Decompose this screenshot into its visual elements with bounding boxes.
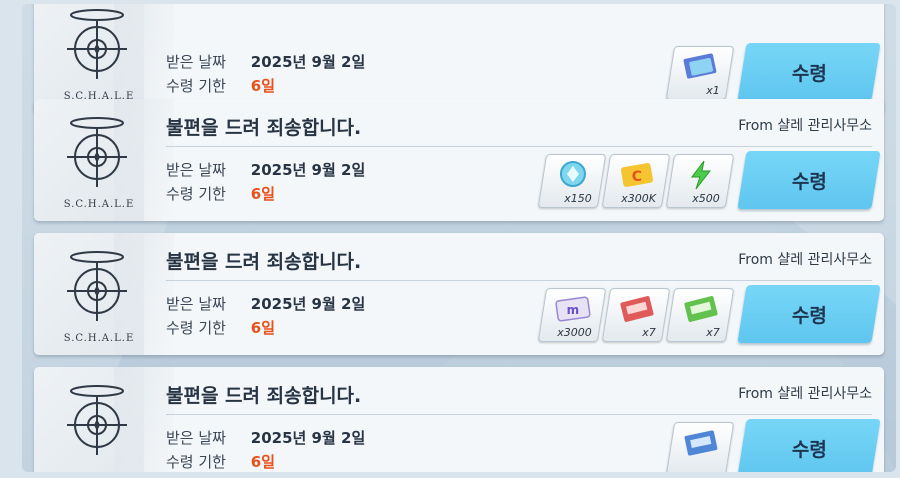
received-label: 받은 날짜 xyxy=(166,161,226,179)
received-date-row: 받은 날짜 2025년 9월 2일 xyxy=(166,159,365,180)
mail-sender: From 샬레 관리사무소 xyxy=(738,386,872,402)
schale-crosshair-icon xyxy=(67,9,127,79)
reward-item[interactable]: x1 xyxy=(665,46,735,100)
mail-title: 불편을 드려 죄송합니다. xyxy=(166,385,362,407)
deadline-row: 수령 기한 6일 xyxy=(166,317,275,338)
received-date: 2025년 9월 2일 xyxy=(250,53,366,71)
received-date: 2025년 9월 2일 xyxy=(250,429,366,447)
mail-title: 불편을 드려 죄송합니다. xyxy=(166,251,362,273)
schale-crosshair-icon xyxy=(67,251,127,321)
divider xyxy=(166,146,872,147)
deadline-row: 수령 기한 6일 xyxy=(166,75,275,96)
deadline-label: 수령 기한 xyxy=(166,77,226,95)
claim-label: 수령 xyxy=(791,304,827,327)
days-left: 6일 xyxy=(250,185,276,203)
mail-sender: From 샬레 관리사무소 xyxy=(738,118,872,134)
reward-list: m x3000 x7 x7 xyxy=(537,288,735,342)
received-date: 2025년 9월 2일 xyxy=(250,161,366,179)
reward-qty: x7 xyxy=(706,326,721,339)
days-left: 6일 xyxy=(250,453,276,471)
claim-button[interactable]: 수령 xyxy=(737,43,881,101)
deadline-label: 수령 기한 xyxy=(166,453,226,471)
claim-button[interactable]: 수령 xyxy=(737,419,881,472)
divider xyxy=(166,280,872,281)
received-label: 받은 날짜 xyxy=(166,53,226,71)
reward-list: x150 C x300K x500 xyxy=(537,154,735,208)
deadline-label: 수령 기한 xyxy=(166,185,226,203)
mail-title: 불편을 드려 죄송합니다. xyxy=(166,117,362,139)
reward-qty: x300K xyxy=(621,192,657,205)
divider xyxy=(166,414,872,415)
reward-list: x1 xyxy=(665,46,735,100)
reward-item[interactable]: m x3000 xyxy=(537,288,607,342)
mailbox-panel: S.C.H.A.L.E 받은 날짜 2025년 9월 2일 수령 기한 6일 x… xyxy=(22,4,896,472)
schale-crosshair-icon xyxy=(67,385,127,455)
reward-qty: x500 xyxy=(692,192,721,205)
claim-button[interactable]: 수령 xyxy=(737,285,881,343)
reward-qty: x3000 xyxy=(557,326,593,339)
received-date-row: 받은 날짜 2025년 9월 2일 xyxy=(166,427,365,448)
schale-logo: S.C.H.A.L.E xyxy=(62,4,133,111)
received-label: 받은 날짜 xyxy=(166,295,226,313)
deadline-row: 수령 기한 6일 xyxy=(166,451,275,472)
received-label: 받은 날짜 xyxy=(166,429,226,447)
bounty-ticket-icon xyxy=(684,296,718,322)
claim-label: 수령 xyxy=(791,438,827,461)
claim-label: 수령 xyxy=(791,62,827,85)
mail-card: S.C.H.A.L.E 불편을 드려 죄송합니다. From 샬레 관리사무소 … xyxy=(34,233,884,355)
schale-logo xyxy=(62,377,132,472)
logo-text: S.C.H.A.L.E xyxy=(63,333,135,344)
mail-card: S.C.H.A.L.E 받은 날짜 2025년 9월 2일 수령 기한 6일 x… xyxy=(34,4,884,113)
received-date: 2025년 9월 2일 xyxy=(250,295,366,313)
svg-text:C: C xyxy=(632,169,642,185)
mail-card: S.C.H.A.L.E 불편을 드려 죄송합니다. From 샬레 관리사무소 … xyxy=(34,99,884,221)
pyroxene-icon xyxy=(559,161,586,187)
reward-item[interactable]: C x300K xyxy=(601,154,671,208)
claim-label: 수령 xyxy=(791,170,827,193)
reward-qty: x1 xyxy=(706,84,721,97)
deadline-label: 수령 기한 xyxy=(166,319,226,337)
reward-item[interactable]: x500 xyxy=(665,154,735,208)
lesson-ticket-icon xyxy=(684,430,718,456)
reward-qty: x7 xyxy=(642,326,657,339)
logo-text: S.C.H.A.L.E xyxy=(63,199,135,210)
reward-list xyxy=(665,422,735,472)
received-date-row: 받은 날짜 2025년 9월 2일 xyxy=(166,293,365,314)
claim-button[interactable]: 수령 xyxy=(737,151,881,209)
days-left: 6일 xyxy=(250,319,276,337)
red-ticket-icon xyxy=(620,296,654,322)
deadline-row: 수령 기한 6일 xyxy=(166,183,275,204)
reward-item[interactable]: x150 xyxy=(537,154,607,208)
reward-item[interactable]: x7 xyxy=(601,288,671,342)
reward-qty: x150 xyxy=(564,192,593,205)
stamina-bolt-icon xyxy=(690,160,711,190)
mail-sender: From 샬레 관리사무소 xyxy=(738,252,872,268)
credit-card-icon: C xyxy=(620,163,653,187)
reward-item[interactable]: x7 xyxy=(665,288,735,342)
received-date-row: 받은 날짜 2025년 9월 2일 xyxy=(166,51,365,72)
ticket-blue-icon xyxy=(683,53,717,79)
mail-card: 불편을 드려 죄송합니다. From 샬레 관리사무소 받은 날짜 2025년 … xyxy=(34,367,884,472)
days-left: 6일 xyxy=(250,77,276,95)
reward-item[interactable] xyxy=(665,422,735,472)
schale-logo: S.C.H.A.L.E xyxy=(62,243,133,353)
eligma-ticket-icon: m xyxy=(555,296,591,322)
schale-crosshair-icon xyxy=(67,117,127,187)
svg-text:m: m xyxy=(567,303,580,317)
schale-logo: S.C.H.A.L.E xyxy=(62,109,133,219)
